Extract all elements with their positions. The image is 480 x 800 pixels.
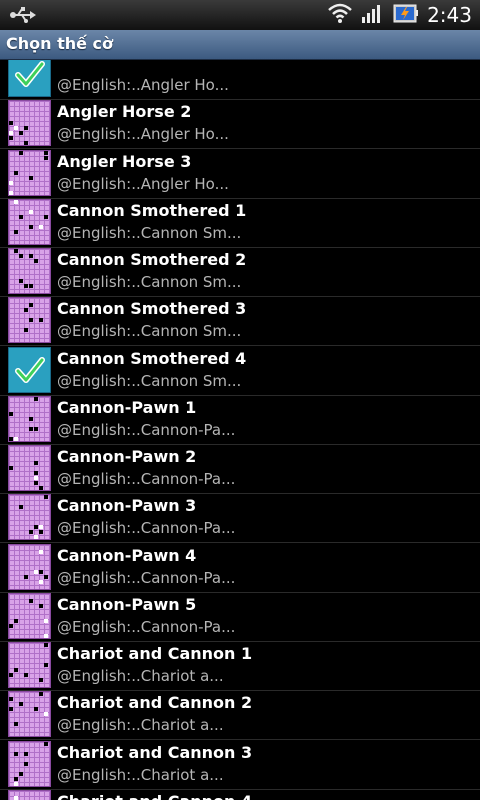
list-item[interactable]: Chariot and Cannon 1 @English:..Chariot a… <box>0 641 480 691</box>
list-item[interactable]: Cannon Smothered 3 @English:..Cannon Sm..… <box>0 296 480 347</box>
list-item[interactable]: Cannon Smothered 4 @English:..Cannon Sm..… <box>0 346 480 396</box>
usb-icon <box>10 5 36 29</box>
board-thumbnail-icon <box>8 149 51 196</box>
list-item[interactable]: Angler Horse 3 @English:..Angler Ho... <box>0 149 480 199</box>
page-title: Chọn thế cờ <box>6 34 114 53</box>
list-item[interactable]: Cannon-Pawn 4 @English:..Cannon-Pa... <box>0 543 480 593</box>
board-thumbnail-icon <box>8 100 51 147</box>
board-thumbnail-icon <box>8 691 51 738</box>
list-item-subtitle: @English:..Angler Ho... <box>57 125 229 144</box>
list-item[interactable]: @English:..Angler Ho... <box>0 60 480 100</box>
signal-icon <box>361 2 385 28</box>
list-item-title: Chariot and Cannon 2 <box>57 693 253 713</box>
wifi-icon <box>327 2 353 28</box>
board-thumbnail-icon <box>8 248 51 294</box>
list-item-title: Cannon-Pawn 4 <box>57 545 197 565</box>
list-item-subtitle: @English:..Cannon-Pa... <box>57 568 236 587</box>
status-bar: 2:43 <box>0 0 480 30</box>
list-item[interactable]: Chariot and Cannon 4 <box>0 789 480 800</box>
list-item-title: Cannon-Pawn 2 <box>57 447 197 466</box>
checkmark-icon <box>8 346 51 393</box>
list-item-title: Cannon Smothered 3 <box>57 299 247 319</box>
list-item-subtitle: @English:..Cannon Sm... <box>57 322 242 341</box>
board-thumbnail-icon <box>8 445 51 491</box>
list-item-subtitle: @English:..Chariot a... <box>57 765 224 784</box>
checkmark-icon <box>8 60 51 97</box>
puzzle-list[interactable]: @English:..Angler Ho... Angler Horse 2 @En… <box>0 60 480 800</box>
list-item-title: Chariot and Cannon 3 <box>57 742 253 762</box>
title-bar: Chọn thế cờ <box>0 30 480 60</box>
list-item[interactable]: Chariot and Cannon 2 @English:..Chariot a… <box>0 690 480 741</box>
list-item-title: Cannon-Pawn 1 <box>57 397 197 417</box>
list-item-title: Chariot and Cannon 4 <box>57 792 252 800</box>
list-item-subtitle: @English:..Angler Ho... <box>57 174 229 193</box>
list-item-title: Cannon-Pawn 3 <box>57 496 197 516</box>
list-item[interactable]: Chariot and Cannon 3 @English:..Chariot a… <box>0 740 480 790</box>
board-thumbnail-icon <box>8 789 51 800</box>
list-item-subtitle: @English:..Cannon-Pa... <box>57 470 236 488</box>
list-item-subtitle: @English:..Cannon-Pa... <box>57 519 236 538</box>
board-thumbnail-icon <box>8 543 51 590</box>
list-item[interactable]: Cannon Smothered 1 @English:..Cannon Sm..… <box>0 198 480 248</box>
board-thumbnail-icon <box>8 494 51 541</box>
list-item-title: Cannon Smothered 2 <box>57 250 247 269</box>
list-item-title: Cannon Smothered 1 <box>57 200 247 220</box>
list-item[interactable]: Cannon Smothered 2 @English:..Cannon Sm..… <box>0 247 480 297</box>
battery-charging-icon <box>393 2 419 28</box>
status-time: 2:43 <box>427 3 472 27</box>
list-item[interactable]: Cannon-Pawn 1 @English:..Cannon-Pa... <box>0 395 480 445</box>
list-item-subtitle: @English:..Cannon Sm... <box>57 371 242 390</box>
list-item-subtitle: @English:..Cannon-Pa... <box>57 617 236 636</box>
list-item-title: Cannon Smothered 4 <box>57 348 247 368</box>
board-thumbnail-icon <box>8 297 51 344</box>
board-thumbnail-icon <box>8 740 51 787</box>
list-item-subtitle: @English:..Angler Ho... <box>57 76 229 94</box>
board-thumbnail-icon <box>8 592 51 639</box>
board-thumbnail-icon <box>8 642 51 688</box>
list-item[interactable]: Cannon-Pawn 2 @English:..Cannon-Pa... <box>0 444 480 494</box>
list-item-subtitle: @English:..Cannon-Pa... <box>57 420 236 439</box>
board-thumbnail-icon <box>8 395 51 442</box>
list-item-title: Chariot and Cannon 1 <box>57 644 253 663</box>
list-item-title: Angler Horse 3 <box>57 151 192 171</box>
list-item[interactable]: Angler Horse 2 @English:..Angler Ho... <box>0 99 480 150</box>
list-item-title: Cannon-Pawn 5 <box>57 594 197 614</box>
board-thumbnail-icon <box>8 198 51 245</box>
list-item-subtitle: @English:..Cannon Sm... <box>57 273 242 291</box>
list-item-subtitle: @English:..Chariot a... <box>57 667 224 685</box>
list-item[interactable]: Cannon-Pawn 3 @English:..Cannon-Pa... <box>0 493 480 544</box>
list-item[interactable]: Cannon-Pawn 5 @English:..Cannon-Pa... <box>0 592 480 642</box>
list-item-subtitle: @English:..Cannon Sm... <box>57 223 242 242</box>
list-item-subtitle: @English:..Chariot a... <box>57 716 224 735</box>
list-item-title: Angler Horse 2 <box>57 102 192 122</box>
